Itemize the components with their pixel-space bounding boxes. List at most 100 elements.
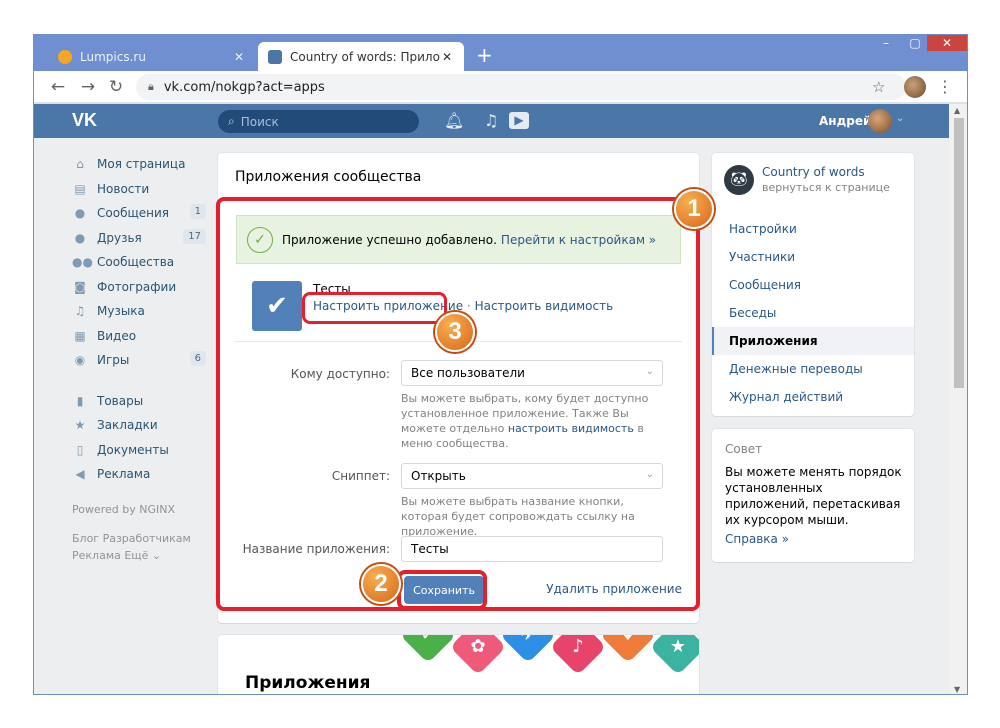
back-to-page-link[interactable]: вернуться к странице [762, 181, 890, 194]
apps-promo-card: ✓ ✿ ✈ ♪ ♥ ★ Приложения [218, 635, 699, 694]
app-tile: ★ [649, 635, 699, 676]
search-placeholder: Поиск [240, 114, 279, 129]
sidebar-item-goods[interactable]: ▮ Товары [72, 389, 208, 414]
tab-title: Lumpics.ru [80, 49, 146, 64]
sidebar-item-music[interactable]: ♫ Музыка [72, 299, 208, 324]
sidebar-item-video[interactable]: ▦ Видео [72, 324, 208, 349]
sidebar-item-documents[interactable]: ▯ Документы [72, 438, 208, 463]
home-icon: ⌂ [76, 157, 84, 172]
camera-icon: ◙ [74, 279, 86, 294]
sidebar-item-bookmarks[interactable]: ★ Закладки [72, 413, 208, 438]
browser-menu-icon[interactable]: ⋮ [937, 77, 953, 96]
sidebar-item-label: Сообщения [97, 206, 170, 221]
games-badge: 6 [189, 351, 206, 366]
page-title: Приложения сообщества [235, 169, 422, 185]
sidebar-item-news[interactable]: ▤ Новости [72, 177, 208, 202]
callout-badge-2: 2 [361, 564, 401, 604]
group-header[interactable]: 🐼︎ Country of words вернуться к странице [724, 165, 890, 195]
document-icon: ▯ [76, 442, 84, 457]
sidebar-item-label: Документы [97, 442, 169, 457]
menu-item-action-log[interactable]: Журнал действий [712, 383, 914, 411]
sidebar-item-label: Сообщества [97, 255, 175, 270]
games-icon: ◉ [74, 353, 86, 368]
star-icon: ★ [74, 418, 86, 433]
highlight-box-1 [216, 197, 700, 611]
sidebar-item-label: Друзья [97, 230, 142, 245]
footer-links-row-1[interactable]: Блог Разработчикам [72, 530, 208, 547]
scrollbar-thumb[interactable] [954, 118, 964, 388]
sidebar-item-friends[interactable]: ● Друзья 17 [72, 226, 208, 251]
app-tile: ♥ [599, 635, 657, 664]
menu-item-messages[interactable]: Сообщения [712, 271, 914, 299]
news-icon: ▤ [74, 181, 86, 196]
forward-button[interactable]: → [78, 77, 98, 97]
address-bar[interactable]: 🔒︎ vk.com/nokgp?act=apps [136, 74, 906, 100]
page-scrollbar[interactable]: ▲ ▼ [949, 104, 967, 694]
callout-badge-1: 1 [674, 189, 714, 229]
vk-logo[interactable]: VK [72, 110, 97, 131]
new-tab-button[interactable]: + [476, 45, 493, 65]
close-icon[interactable]: ✕ [232, 50, 246, 64]
profile-avatar[interactable] [904, 76, 926, 98]
close-window-button[interactable]: ✕ [927, 35, 967, 51]
minimize-button[interactable]: – [871, 35, 901, 51]
scroll-down-icon[interactable]: ▼ [954, 685, 960, 694]
communities-icon: ●● [72, 255, 93, 270]
sidebar-item-label: Моя страница [97, 157, 186, 172]
search-input[interactable]: ⌕ Поиск [218, 110, 419, 133]
browser-window: Lumpics.ru ✕ Country of words: Приложени… [33, 34, 968, 695]
checkmark-icon: ✓ [408, 635, 448, 655]
vk-page: VK ⌕ Поиск 🔔︎ ♫ ▶ Андрей ⌄ ⌂ Моя страница… [34, 104, 949, 694]
user-name[interactable]: Андрей [819, 114, 871, 128]
maximize-button[interactable]: ▢ [900, 35, 930, 51]
app-tile: ♪ [549, 635, 607, 676]
reload-button[interactable]: ↻ [106, 77, 126, 97]
group-name[interactable]: Country of words [762, 165, 890, 179]
search-icon: ⌕ [228, 114, 235, 128]
tab-lumpics[interactable]: Lumpics.ru ✕ [48, 42, 256, 71]
tip-title: Совет [725, 442, 763, 456]
sidebar-item-label: Товары [97, 393, 144, 408]
menu-item-apps[interactable]: Приложения [712, 327, 914, 355]
help-link[interactable]: Справка » [725, 532, 789, 546]
sidebar-item-communities[interactable]: ●● Сообщества [72, 250, 208, 275]
app-tile: ✿ [449, 635, 507, 676]
app-tile: ✓ [399, 635, 457, 664]
callout-badge-3: 3 [435, 312, 475, 352]
sidebar-item-games[interactable]: ◉ Игры 6 [72, 348, 208, 373]
menu-item-settings[interactable]: Настройки [712, 215, 914, 243]
sidebar-item-label: Видео [97, 328, 137, 343]
bell-icon: ♪ [572, 636, 584, 657]
sidebar-item-ads[interactable]: ◀ Реклама [72, 462, 208, 487]
title-bar: Lumpics.ru ✕ Country of words: Приложени… [34, 35, 967, 71]
flower-icon: ✿ [470, 636, 486, 657]
sidebar-item-messages[interactable]: ● Сообщения 1 [72, 201, 208, 226]
tab-country-of-words[interactable]: Country of words: Приложения ✕ [258, 42, 464, 71]
scroll-up-icon[interactable]: ▲ [954, 106, 960, 115]
star-icon: ★ [669, 636, 687, 657]
play-icon[interactable]: ▶ [509, 112, 529, 129]
bell-icon[interactable]: 🔔︎ [444, 111, 464, 130]
powered-by: Powered by NGINX [72, 502, 176, 516]
megaphone-icon: ◀ [75, 467, 85, 482]
airplane-icon: ✈ [508, 635, 548, 655]
group-avatar: 🐼︎ [724, 165, 754, 195]
tip-card: Совет Вы можете менять порядок установле… [712, 429, 914, 562]
sidebar-item-my-page[interactable]: ⌂ Моя страница [72, 152, 208, 177]
menu-item-chats[interactable]: Беседы [712, 299, 914, 327]
menu-item-money-transfers[interactable]: Денежные переводы [712, 355, 914, 383]
close-icon[interactable]: ✕ [440, 50, 454, 64]
bookmark-star-icon[interactable]: ☆ [872, 78, 885, 96]
messages-badge: 1 [189, 204, 206, 219]
community-menu: 🐼︎ Country of words вернуться к странице… [712, 153, 914, 416]
menu-item-members[interactable]: Участники [712, 243, 914, 271]
left-sidebar: ⌂ Моя страница ▤ Новости ● Сообщения 1 ● Друз… [72, 152, 208, 564]
messages-icon: ● [74, 206, 86, 221]
user-avatar[interactable] [868, 109, 892, 133]
footer-links-row-2[interactable]: Реклама Ещё ⌄ [72, 547, 208, 564]
back-button[interactable]: ← [48, 77, 68, 97]
chevron-down-icon[interactable]: ⌄ [896, 113, 904, 124]
highlight-box-3 [302, 292, 447, 324]
music-icon[interactable]: ♫ [484, 111, 498, 130]
sidebar-item-photos[interactable]: ◙ Фотографии [72, 275, 208, 300]
